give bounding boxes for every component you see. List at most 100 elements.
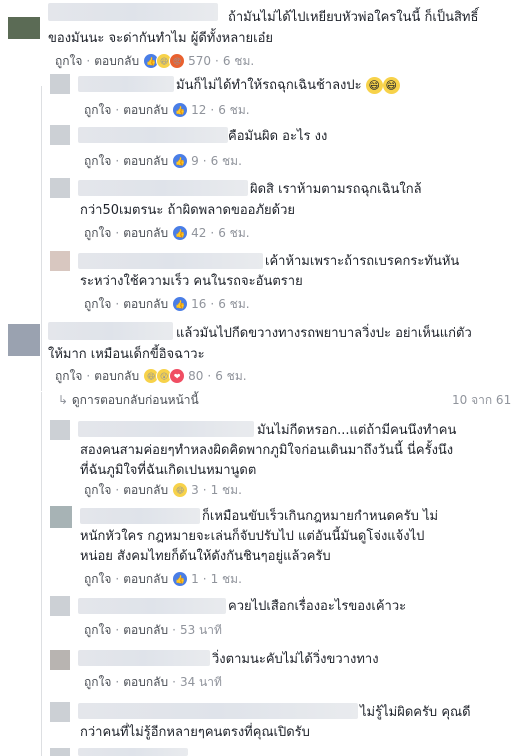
separator-dot: ·	[86, 369, 91, 383]
like-reaction-icon: 👍	[172, 102, 189, 118]
comment-actions: ถูกใจ · ตอบกลับ 😆 3 · 1 ชม.	[84, 481, 242, 499]
view-previous-replies-link[interactable]: ↳ ดูการตอบกลับก่อนหน้านี้	[58, 391, 199, 410]
like-button[interactable]: ถูกใจ	[84, 481, 111, 500]
like-button[interactable]: ถูกใจ	[84, 621, 111, 640]
separator-dot: ·	[115, 297, 120, 311]
commenter-name[interactable]	[78, 650, 210, 666]
timestamp[interactable]: 6 ชม.	[218, 101, 249, 120]
like-button[interactable]: ถูกใจ	[84, 673, 111, 692]
timestamp[interactable]: 6 ชม.	[215, 367, 246, 386]
reactions[interactable]: 👍 42	[172, 225, 206, 241]
avatar[interactable]	[8, 17, 40, 39]
avatar[interactable]	[50, 596, 70, 616]
view-previous-replies-label: ดูการตอบกลับก่อนหน้านี้	[71, 393, 199, 407]
reply-button[interactable]: ตอบกลับ	[123, 152, 168, 171]
commenter-name[interactable]	[48, 322, 173, 340]
reaction-count: 16	[191, 297, 207, 311]
like-button[interactable]: ถูกใจ	[55, 367, 82, 386]
like-button[interactable]: ถูกใจ	[84, 152, 111, 171]
separator-dot: ·	[115, 483, 120, 497]
commenter-name[interactable]	[80, 508, 200, 524]
comment-text: มันไม่กีดหรอก...แต่ถ้ามีคนนึงทำคน	[257, 423, 457, 438]
avatar[interactable]	[50, 178, 70, 198]
reaction-count: 3	[191, 483, 199, 497]
reply-button[interactable]: ตอบกลับ	[123, 570, 168, 589]
avatar[interactable]	[50, 74, 70, 94]
avatar[interactable]	[50, 702, 70, 722]
commenter-name[interactable]	[48, 3, 218, 21]
like-button[interactable]: ถูกใจ	[84, 101, 111, 120]
reply-button[interactable]: ตอบกลับ	[123, 224, 168, 243]
comment-text: สองคนสามค่อยๆทำหลงผิดคิดพากภูมิใจก่อนเดิ…	[80, 443, 454, 458]
timestamp[interactable]: 1 ชม.	[211, 481, 242, 500]
reaction-count: 9	[191, 154, 199, 168]
timestamp[interactable]: 34 นาที	[180, 673, 222, 692]
reactions[interactable]: 😆 3	[172, 482, 199, 498]
grin-emoji-icon: 😄	[365, 77, 383, 94]
timestamp[interactable]: 6 ชม.	[223, 52, 254, 71]
reply-button[interactable]: ตอบกลับ	[94, 367, 139, 386]
commenter-name[interactable]	[78, 76, 174, 92]
comment-actions: ถูกใจ · ตอบกลับ 👍 1 · 1 ชม.	[84, 570, 242, 588]
avatar[interactable]	[50, 420, 70, 440]
separator-dot: ·	[202, 154, 207, 168]
comment-text: คือมันผิด อะไร งง	[228, 129, 328, 144]
separator-dot: ·	[86, 54, 91, 68]
separator-dot: ·	[115, 226, 120, 240]
reactions[interactable]: 👍 😆 😡 570	[143, 53, 212, 69]
reply-button[interactable]: ตอบกลับ	[123, 621, 168, 640]
commenter-name[interactable]	[78, 598, 226, 614]
separator-dot: ·	[115, 572, 120, 586]
separator-dot: ·	[202, 483, 207, 497]
separator-dot: ·	[207, 369, 212, 383]
like-button[interactable]: ถูกใจ	[55, 52, 82, 71]
reactions[interactable]: 👍 12	[172, 102, 206, 118]
reply-button[interactable]: ตอบกลับ	[123, 673, 168, 692]
separator-dot: ·	[202, 572, 207, 586]
comment-text: ก็เหมือนขับเร็วเกินกฎหมายกำหนดครับ ไม่	[202, 509, 439, 524]
reactions[interactable]: 😆 😮 ❤ 80	[143, 368, 203, 384]
comment-actions: ถูกใจ · ตอบกลับ 👍 16 · 6 ชม.	[84, 295, 250, 313]
reactions[interactable]: 👍 9	[172, 153, 199, 169]
avatar[interactable]	[50, 650, 70, 670]
reply-button[interactable]: ตอบกลับ	[94, 52, 139, 71]
like-reaction-icon: 👍	[172, 296, 189, 312]
commenter-name[interactable]	[78, 703, 358, 719]
reply-button[interactable]: ตอบกลับ	[123, 481, 168, 500]
avatar[interactable]	[50, 748, 70, 756]
comment-text: ไม่รู้ไม่ผิดครับ คุณดี	[360, 705, 471, 720]
avatar[interactable]	[50, 125, 70, 145]
reactions[interactable]: 👍 16	[172, 296, 207, 312]
reply-button[interactable]: ตอบกลับ	[123, 295, 168, 314]
like-reaction-icon: 👍	[172, 225, 189, 241]
commenter-name[interactable]	[78, 421, 254, 437]
like-button[interactable]: ถูกใจ	[84, 224, 111, 243]
separator-dot: ·	[172, 623, 176, 637]
love-reaction-icon: ❤	[169, 368, 186, 384]
grin-emoji-icon: 😄	[382, 77, 400, 94]
timestamp[interactable]: 6 ชม.	[218, 295, 249, 314]
separator-dot: ·	[210, 103, 215, 117]
comment-actions: ถูกใจ · ตอบกลับ 👍 9 · 6 ชม.	[84, 152, 242, 170]
reply-button[interactable]: ตอบกลับ	[123, 101, 168, 120]
commenter-name[interactable]	[78, 748, 188, 756]
commenter-name[interactable]	[78, 253, 263, 269]
timestamp[interactable]: 1 ชม.	[211, 570, 242, 589]
timestamp[interactable]: 53 นาที	[180, 621, 222, 640]
separator-dot: ·	[172, 675, 176, 689]
reply-thread-line	[41, 392, 42, 756]
avatar[interactable]	[50, 506, 72, 528]
avatar[interactable]	[50, 251, 70, 271]
separator-dot: ·	[215, 54, 219, 68]
like-button[interactable]: ถูกใจ	[84, 570, 111, 589]
timestamp[interactable]: 6 ชม.	[218, 224, 249, 243]
commenter-name[interactable]	[78, 180, 248, 196]
commenter-name[interactable]	[78, 127, 228, 143]
timestamp[interactable]: 6 ชม.	[211, 152, 242, 171]
reaction-count: 570	[188, 54, 212, 68]
like-reaction-icon: 👍	[172, 153, 189, 169]
reactions[interactable]: 👍 1	[172, 571, 199, 587]
separator-dot: ·	[210, 297, 215, 311]
avatar[interactable]	[8, 324, 40, 356]
like-button[interactable]: ถูกใจ	[84, 295, 111, 314]
